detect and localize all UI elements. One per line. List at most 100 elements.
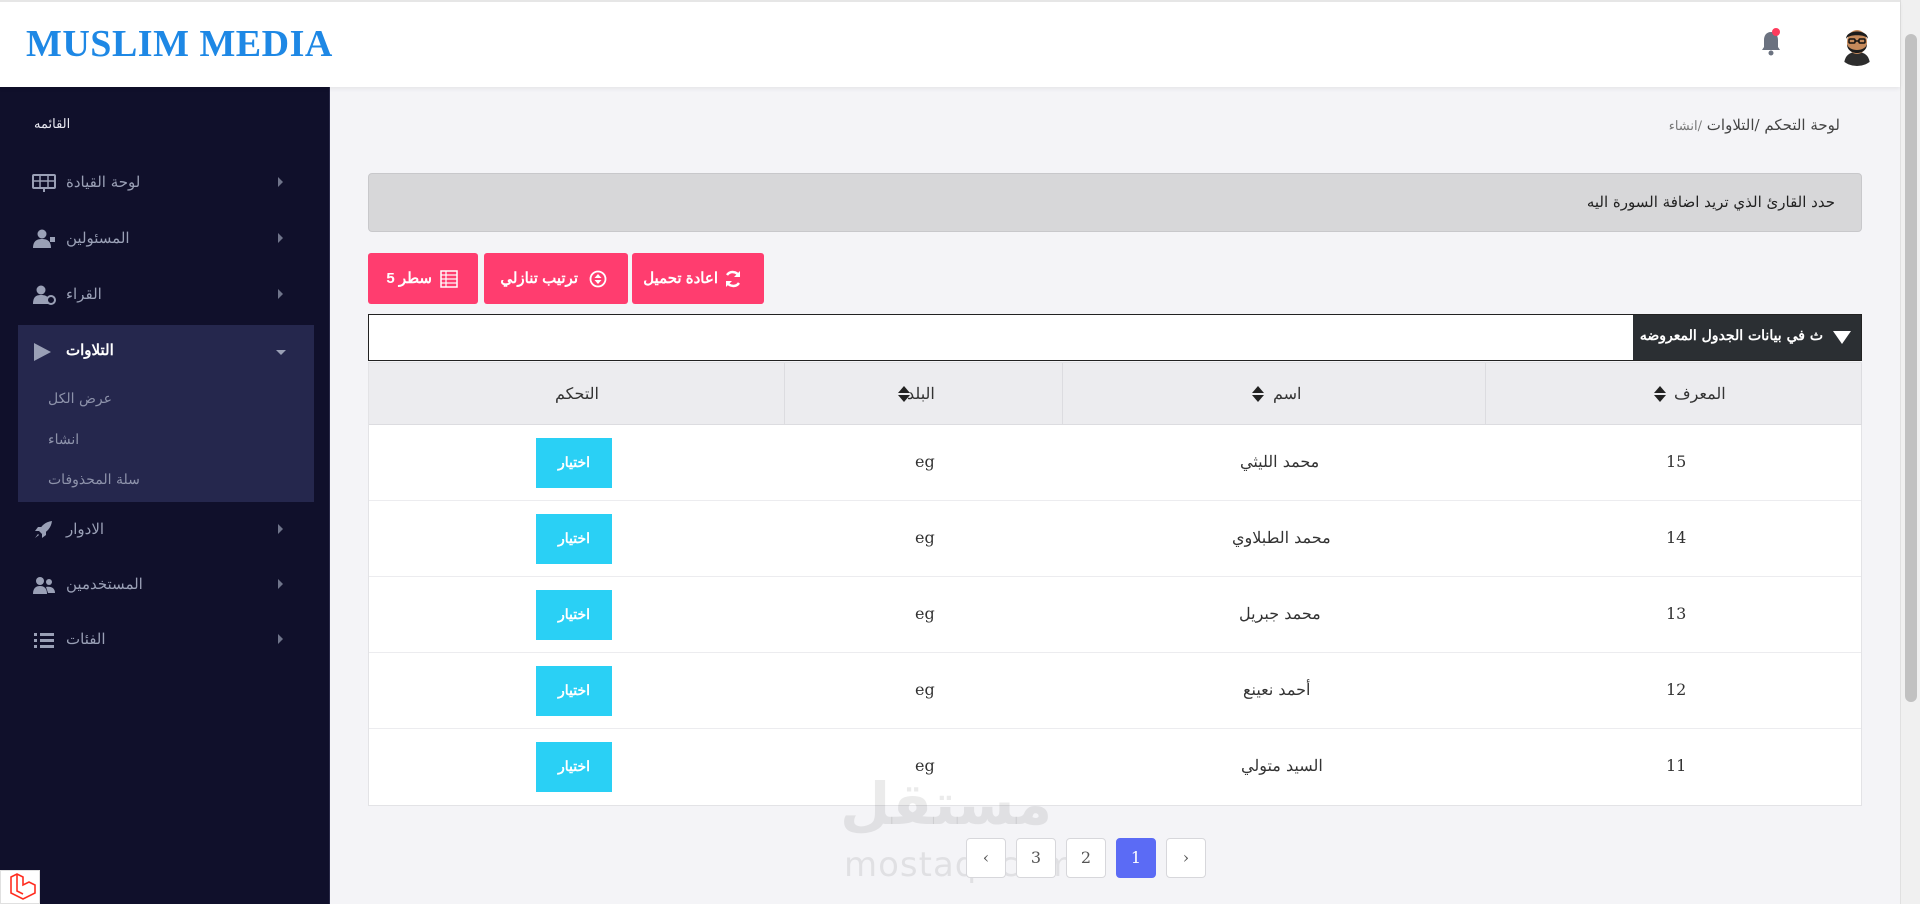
pagination-page[interactable]: 3 — [1016, 838, 1056, 878]
cell-name: محمد جبريل — [1239, 604, 1321, 623]
chevron-right-icon — [278, 233, 283, 243]
cell-id: 11 — [1666, 756, 1687, 775]
sidebar-item-label: المستخدمين — [66, 575, 143, 593]
sort-icon — [898, 386, 910, 402]
sidebar: القائمه لوحة القيادة المسئولين القراء ال… — [0, 87, 330, 904]
table-row: 11 السيد متولي eg اختيار — [369, 729, 1861, 805]
select-reader-button[interactable]: اختيار — [536, 666, 612, 716]
app-logo[interactable]: MUSLIM MEDIA — [26, 22, 333, 66]
pagination-next[interactable]: › — [1166, 838, 1206, 878]
top-navbar: MUSLIM MEDIA — [0, 0, 1900, 87]
user-gear-icon — [33, 285, 56, 305]
triangle-down-icon — [1833, 331, 1851, 344]
cell-id: 14 — [1666, 528, 1687, 547]
chevron-right-icon — [278, 177, 283, 187]
rows-per-page-button[interactable]: سطر 5 — [368, 253, 478, 304]
select-reader-button[interactable]: اختيار — [536, 590, 612, 640]
submenu-view-all[interactable]: عرض الكل — [48, 391, 112, 407]
breadcrumb-current: /انشاء — [1668, 119, 1702, 134]
column-header-id[interactable]: المعرف — [1486, 363, 1862, 425]
cell-name: محمد الليثي — [1240, 452, 1320, 471]
cell-id: 12 — [1666, 680, 1687, 699]
info-alert: حدد القارئ الذي تريد اضافة السورة اليه — [368, 173, 1862, 232]
chevron-down-icon — [276, 350, 286, 355]
header-label: البلد — [907, 384, 935, 403]
table-row: 13 محمد جبريل eg اختيار — [369, 577, 1861, 653]
list-rows-icon — [440, 270, 458, 288]
select-reader-button[interactable]: اختيار — [536, 514, 612, 564]
search-input[interactable] — [369, 315, 1634, 360]
table-row: 14 محمد الطبلاوي eg اختيار — [369, 501, 1861, 577]
submenu-create[interactable]: انشاء — [48, 432, 79, 448]
sort-circle-icon — [589, 270, 607, 288]
sidebar-item-dashboard[interactable]: لوحة القيادة — [18, 158, 314, 208]
cell-country: eg — [915, 680, 935, 699]
scrollbar-thumb[interactable] — [1905, 34, 1917, 702]
sidebar-item-roles[interactable]: الادوار — [18, 505, 314, 555]
cell-id: 15 — [1666, 452, 1687, 471]
user-avatar[interactable] — [1835, 22, 1879, 66]
table-search: ث في بيانات الجدول المعروضه — [368, 314, 1862, 361]
pagination-page-active[interactable]: 1 — [1116, 838, 1156, 878]
sidebar-item-label: لوحة القيادة — [66, 173, 141, 191]
chevron-right-icon — [278, 579, 283, 589]
notification-dot — [1772, 28, 1780, 36]
alert-text: حدد القارئ الذي تريد اضافة السورة اليه — [1586, 193, 1835, 211]
reload-button[interactable]: اعادة تحميل — [632, 253, 764, 304]
rows-per-page-label: سطر 5 — [386, 270, 432, 287]
sidebar-item-users[interactable]: المستخدمين — [18, 560, 314, 610]
table-row: أحمد نعينع 12 eg اختيار — [369, 653, 1861, 729]
page-scrollbar[interactable] — [1900, 0, 1920, 904]
play-icon — [34, 343, 51, 361]
search-caption[interactable]: ث في بيانات الجدول المعروضه — [1633, 315, 1861, 360]
column-header-name[interactable]: اسم — [1063, 363, 1486, 425]
pagination-page[interactable]: 2 — [1066, 838, 1106, 878]
watermark-arabic: مستقل — [840, 770, 1053, 838]
reload-label: اعادة تحميل — [643, 270, 718, 287]
sidebar-item-label: الادوار — [66, 520, 105, 538]
cell-name: السيد متولي — [1241, 756, 1323, 775]
sidebar-item-readers[interactable]: القراء — [18, 270, 314, 320]
header-label: اسم — [1273, 384, 1302, 403]
sidebar-item-label: الفئات — [66, 630, 106, 648]
column-header-actions: التحكم — [369, 363, 785, 425]
cell-name: محمد الطبلاوي — [1232, 528, 1331, 547]
breadcrumb-home[interactable]: لوحة التحكم — [1764, 116, 1840, 134]
cell-name: أحمد نعينع — [1243, 680, 1311, 699]
cell-country: eg — [915, 528, 935, 547]
sidebar-item-label: التلاوات — [66, 341, 114, 359]
search-caption-text: ث في بيانات الجدول المعروضه — [1639, 328, 1823, 344]
table-row: 15 محمد الليثي eg اختيار — [369, 425, 1861, 501]
pagination-prev[interactable]: ‹ — [966, 838, 1006, 878]
column-header-country[interactable]: البلد — [785, 363, 1063, 425]
chevron-right-icon — [278, 524, 283, 534]
breadcrumb-section[interactable]: /التلاوات — [1707, 116, 1760, 134]
cell-id: 13 — [1666, 604, 1687, 623]
submenu-trash[interactable]: سلة المحذوفات — [48, 472, 140, 488]
sidebar-item-admins[interactable]: المسئولين — [18, 214, 314, 264]
header-label: التحكم — [555, 384, 599, 403]
laravel-logo-icon — [0, 870, 40, 904]
list-icon — [34, 633, 54, 648]
sort-icon — [1252, 386, 1264, 402]
chevron-right-icon — [278, 634, 283, 644]
chevron-right-icon — [278, 289, 283, 299]
user-tie-icon — [33, 229, 55, 248]
dashboard-grid-icon — [32, 174, 56, 192]
header-label: المعرف — [1674, 384, 1726, 403]
readers-table: المعرف اسم البلد التحكم 15 محمد الليثي e… — [368, 362, 1862, 806]
sidebar-item-label: القراء — [66, 285, 102, 303]
sidebar-item-categories[interactable]: الفئات — [18, 615, 314, 665]
sort-desc-button[interactable]: ترتيب تنازلي — [484, 253, 628, 304]
breadcrumb: لوحة التحكم /التلاوات /انشاء — [1660, 116, 1840, 138]
sort-icon — [1654, 386, 1666, 402]
sidebar-heading: القائمه — [34, 117, 71, 132]
select-reader-button[interactable]: اختيار — [536, 438, 612, 488]
sidebar-item-recitations[interactable]: التلاوات عرض الكل انشاء سلة المحذوفات — [18, 325, 314, 502]
cell-country: eg — [915, 604, 935, 623]
cell-country: eg — [915, 452, 935, 471]
select-reader-button[interactable]: اختيار — [536, 742, 612, 792]
sidebar-item-label: المسئولين — [66, 229, 130, 247]
rocket-icon — [35, 521, 52, 538]
refresh-icon — [725, 270, 741, 288]
